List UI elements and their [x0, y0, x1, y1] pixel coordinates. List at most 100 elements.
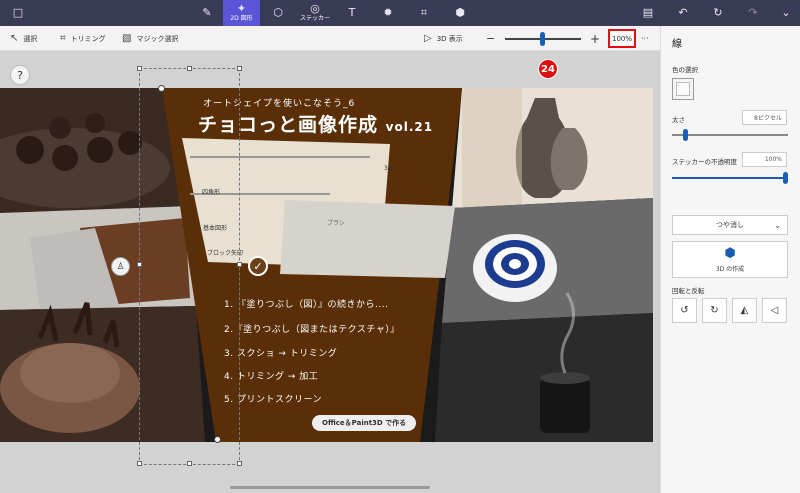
opacity-slider-track[interactable]: [672, 177, 788, 179]
rotate-right-button[interactable]: ↻: [702, 298, 727, 323]
panel-title: 線: [672, 39, 682, 50]
opacity-input[interactable]: 100%: [742, 152, 787, 167]
brush-icon: ✎: [202, 6, 212, 19]
step-2: 2.『塗りつぶし（図またはテクスチャ）』: [224, 325, 400, 335]
color-swatch[interactable]: [672, 78, 694, 100]
crop-icon: ⌗: [60, 33, 66, 44]
resize-handle-bl[interactable]: [137, 461, 142, 466]
make-3d-label: 3D の作成: [715, 266, 745, 273]
zoom-in-button[interactable]: +: [590, 26, 600, 51]
history-button[interactable]: ↻: [706, 0, 730, 26]
select-button[interactable]: ↖ 選択: [10, 26, 37, 51]
zoom-in-icon: +: [590, 31, 601, 46]
effects-button[interactable]: ✹: [376, 0, 400, 26]
rotate-flip-label: 回転と反転: [672, 287, 705, 295]
canvas-scrollbar[interactable]: [230, 486, 430, 489]
more-options-button[interactable]: ···: [641, 26, 649, 51]
opacity-slider-thumb[interactable]: [783, 172, 788, 184]
text-icon: T: [348, 6, 356, 19]
brush-label: ブラシ: [327, 220, 345, 227]
flip-vertical-button[interactable]: ◭: [732, 298, 757, 323]
text-button[interactable]: T: [340, 0, 364, 26]
menu-button[interactable]: □: [8, 0, 28, 26]
secondary-toolbar: ↖ 選択 ⌗ トリミング ▧ マジック選択 ▷ 3D 表示 − + ···: [0, 26, 660, 51]
zoom-out-button[interactable]: −: [486, 26, 495, 51]
2d-shapes-label: 2D 図形: [230, 15, 253, 22]
paste-icon: ▤: [642, 6, 654, 19]
magic-select-label: マジック選択: [136, 34, 179, 43]
pt-label: 3 pt: [384, 165, 396, 172]
resize-handle-tl[interactable]: [137, 66, 142, 71]
flip-horizontal-button[interactable]: ◁: [762, 298, 787, 323]
undo-button[interactable]: ↶: [671, 0, 695, 26]
rotate-right-icon: ↻: [710, 305, 719, 316]
magic-select-button[interactable]: ▧ マジック選択: [122, 26, 178, 51]
resize-handle-r[interactable]: [237, 262, 242, 267]
rotate-left-icon: ↺: [680, 305, 689, 316]
crop-label: トリミング: [70, 34, 106, 43]
stickers-label: ステッカー: [299, 15, 330, 22]
resize-handle-l[interactable]: [137, 262, 142, 267]
more-icon: ···: [641, 34, 649, 43]
selection-box[interactable]: [139, 68, 240, 465]
canvas-button[interactable]: ⌗: [412, 0, 436, 26]
checkmark-icon[interactable]: ✓: [248, 256, 268, 276]
thickness-input[interactable]: 8ピクセル: [742, 110, 787, 125]
flip-horizontal-icon: ◁: [770, 305, 779, 316]
thickness-label: 太さ: [672, 116, 685, 124]
2d-shapes-button[interactable]: ✦ 2D 図形: [223, 0, 260, 26]
2d-shapes-icon: ✦: [236, 2, 247, 15]
thickness-slider-track[interactable]: [672, 134, 788, 136]
headline-vol: vol.21: [385, 120, 434, 134]
shape-point-top[interactable]: [158, 85, 165, 92]
office-paint3d-badge: Office＆Paint3D で作る: [312, 415, 417, 431]
canvas-icon: ⌗: [420, 6, 428, 19]
properties-panel: 線 色の選択 太さ 8ピクセル ステッカーの不透明度 100% つや消し ⌄ ⬢ …: [660, 26, 800, 493]
finish-dropdown[interactable]: つや消し ⌄: [672, 215, 788, 235]
select-label: 選択: [23, 34, 38, 43]
artwork[interactable]: 四角形 基本図形 ブロック矢印 ブラシ 3 pt: [0, 88, 653, 442]
effects-icon: ✹: [383, 6, 393, 19]
resize-handle-tr[interactable]: [237, 66, 242, 71]
flip-vertical-icon: ◭: [740, 305, 749, 316]
stickers-button[interactable]: ◎ ステッカー: [297, 0, 333, 26]
redo-icon: ↷: [748, 6, 758, 19]
chevron-down-icon: ⌄: [774, 220, 781, 230]
expand-button[interactable]: ⌄: [774, 0, 798, 26]
cube-icon: ⬢: [724, 246, 736, 261]
make-3d-button[interactable]: ⬢ 3D の作成: [672, 241, 788, 278]
thickness-slider-thumb[interactable]: [683, 129, 689, 141]
brush-button[interactable]: ✎: [194, 0, 220, 26]
3d-view-icon: ▷: [424, 33, 432, 44]
paste-button[interactable]: ▤: [636, 0, 660, 26]
cursor-icon: ↖: [10, 33, 19, 44]
redo-button[interactable]: ↷: [741, 0, 765, 26]
zoom-slider-thumb[interactable]: [540, 32, 545, 46]
3d-library-button[interactable]: ⬢: [448, 0, 472, 26]
step-3: 3. スクショ → トリミング: [224, 349, 338, 359]
resize-handle-t[interactable]: [187, 66, 192, 71]
color-label: 色の選択: [672, 66, 698, 74]
finish-value: つや消し: [716, 221, 744, 229]
opacity-label: ステッカーの不透明度: [672, 158, 737, 166]
zoom-value-box[interactable]: 100%: [608, 29, 636, 48]
magic-select-icon: ▧: [122, 33, 132, 44]
stamp-icon[interactable]: ♙: [111, 257, 130, 276]
3d-shapes-icon: ⬡: [273, 6, 283, 19]
help-button[interactable]: ?: [10, 65, 30, 85]
resize-handle-br[interactable]: [237, 461, 242, 466]
step-marker: 24: [538, 59, 558, 79]
3d-shapes-button[interactable]: ⬡: [266, 0, 290, 26]
undo-icon: ↶: [678, 6, 688, 19]
top-toolbar: □ ✎ ✦ 2D 図形 ⬡ ◎ ステッカー T ✹ ⌗ ⬢ ▤ ↶ ↻ ↷ ⌄: [0, 0, 800, 26]
3d-view-label: 3D 表示: [436, 34, 463, 43]
3d-library-icon: ⬢: [455, 6, 465, 19]
crop-button[interactable]: ⌗ トリミング: [60, 26, 106, 51]
expand-icon: ⌄: [781, 6, 791, 19]
rotate-left-button[interactable]: ↺: [672, 298, 697, 323]
step-1: 1. 『塗りつぶし（図）』の続きから....: [224, 300, 389, 310]
history-icon: ↻: [713, 6, 723, 19]
shape-point-bottom[interactable]: [214, 436, 221, 443]
resize-handle-b[interactable]: [187, 461, 192, 466]
3d-view-button[interactable]: ▷ 3D 表示: [424, 26, 463, 51]
